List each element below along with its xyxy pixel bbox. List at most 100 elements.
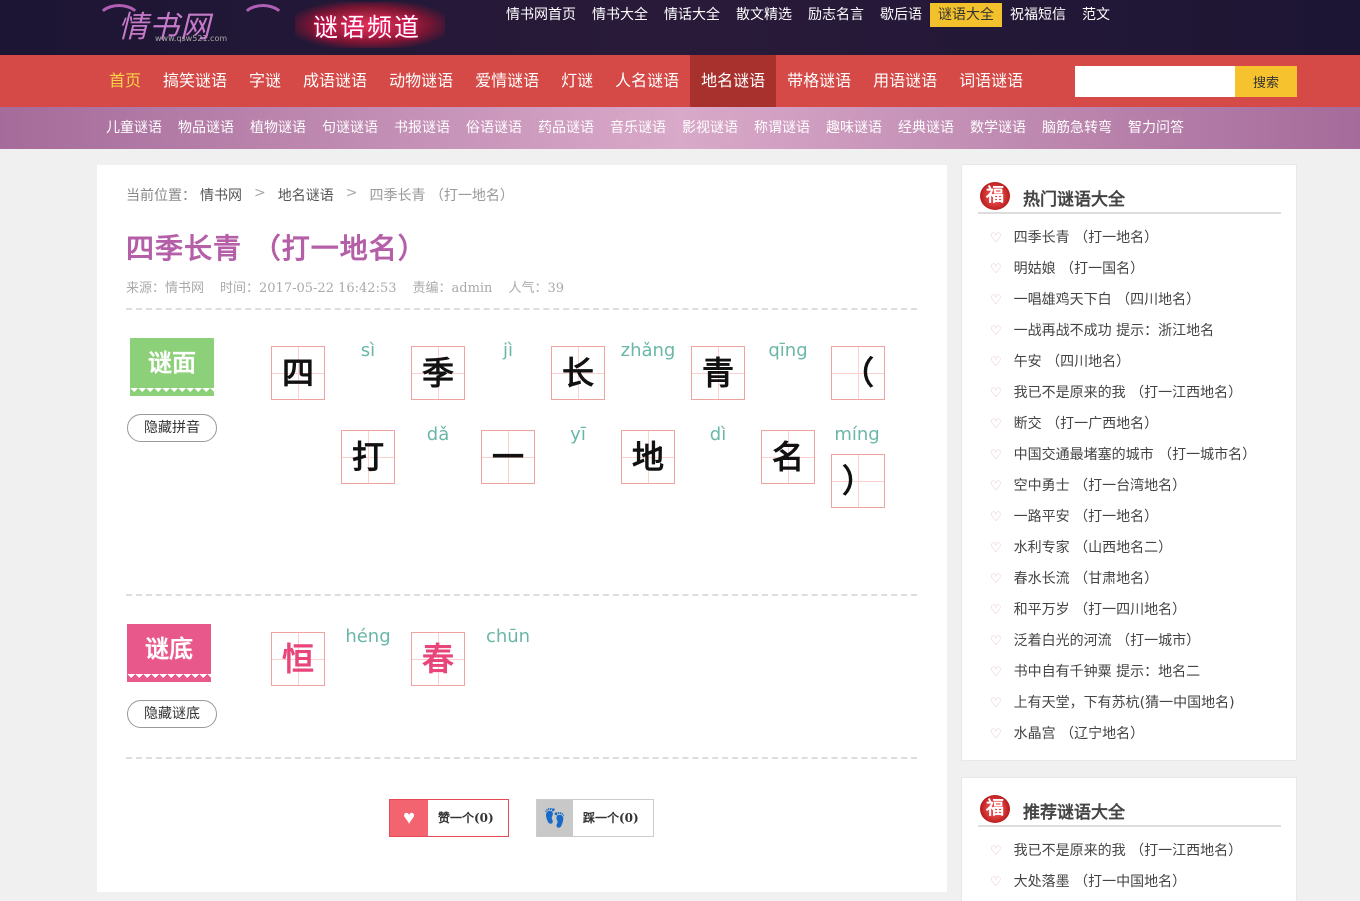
hide-answer-button[interactable]: 隐藏谜底 xyxy=(127,700,217,728)
main-nav-character[interactable]: 字谜 xyxy=(238,55,292,107)
pinyin: zhǎng xyxy=(620,340,676,361)
main-nav-person-name[interactable]: 人名谜语 xyxy=(604,55,690,107)
main-nav-word[interactable]: 词语谜语 xyxy=(948,55,1034,107)
top-nav-quotes[interactable]: 励志名言 xyxy=(800,3,872,27)
like-label: 赞一个(0) xyxy=(438,811,494,825)
list-item[interactable]: ♡ 中国交通最堵塞的城市 （打一城市名） xyxy=(990,440,1256,471)
list-item[interactable]: ♡ 一唱雄鸡天下白 （四川地名） xyxy=(990,285,1256,316)
like-button[interactable]: ♥ 赞一个(0) xyxy=(389,799,509,837)
list-item-link[interactable]: 我已不是原来的我 （打一江西地名） xyxy=(1014,385,1242,401)
recommended-riddles-panel: 福 推荐谜语大全 ♡ 我已不是原来的我 （打一江西地名） ♡ 大处落墨 （打一中国地… xyxy=(961,777,1297,901)
list-item-link[interactable]: 明姑娘 （打一国名） xyxy=(1014,261,1144,277)
list-item[interactable]: ♡ 上有天堂，下有苏杭(猜一中国地名) xyxy=(990,688,1256,719)
meta-editor: 责编：admin xyxy=(412,281,493,296)
list-item-link[interactable]: 四季长青 （打一地名） xyxy=(1014,230,1158,246)
top-nav-samples[interactable]: 范文 xyxy=(1074,3,1118,27)
list-item-link[interactable]: 上有天堂，下有苏杭(猜一中国地名) xyxy=(1014,695,1235,711)
list-item-link[interactable]: 空中勇士 （打一台湾地名） xyxy=(1014,478,1186,494)
top-nav-xiehouyu[interactable]: 歇后语 xyxy=(872,3,930,27)
sub-nav-item[interactable]: 称谓谜语 xyxy=(746,107,818,149)
top-nav-riddles[interactable]: 谜语大全 xyxy=(930,3,1002,27)
sub-nav-item[interactable]: 脑筋急转弯 xyxy=(1034,107,1120,149)
sub-nav-item[interactable]: 音乐谜语 xyxy=(602,107,674,149)
list-item[interactable]: ♡ 四季长青 （打一地名） xyxy=(990,223,1256,254)
list-item[interactable]: ♡ 水利专家 （山西地名二） xyxy=(990,533,1256,564)
list-item[interactable]: ♡ 一路平安 （打一地名） xyxy=(990,502,1256,533)
list-item-link[interactable]: 书中自有千钟粟 提示：地名二 xyxy=(1014,664,1200,680)
sub-nav-item[interactable]: 句谜谜语 xyxy=(314,107,386,149)
list-item[interactable]: ♡ 一战再战不成功 提示：浙江地名 xyxy=(990,316,1256,347)
list-item-link[interactable]: 和平万岁 （打一四川地名） xyxy=(1014,602,1186,618)
heart-icon: ♡ xyxy=(990,231,1002,246)
top-bar: 情书网 www.qsw521.com 谜语频道 情书网首页 情书大全 情话大全 … xyxy=(0,0,1360,55)
sub-nav-item[interactable]: 儿童谜语 xyxy=(98,107,170,149)
pinyin: sì xyxy=(360,340,376,361)
search-input[interactable] xyxy=(1075,66,1235,97)
main-nav-lantern[interactable]: 灯谜 xyxy=(550,55,604,107)
list-item-link[interactable]: 春水长流 （甘肃地名） xyxy=(1014,571,1158,587)
list-item-link[interactable]: 我已不是原来的我 （打一江西地名） xyxy=(1014,843,1242,859)
sub-nav-item[interactable]: 数学谜语 xyxy=(962,107,1034,149)
list-item[interactable]: ♡ 泛着白光的河流 （打一城市） xyxy=(990,626,1256,657)
top-nav-home[interactable]: 情书网首页 xyxy=(498,3,584,27)
sub-nav-item[interactable]: 影视谜语 xyxy=(674,107,746,149)
site-logo[interactable]: 情书网 www.qsw521.com xyxy=(96,0,286,46)
top-nav-love-words[interactable]: 情话大全 xyxy=(656,3,728,27)
riddle-char: 名 xyxy=(761,430,815,484)
list-item-link[interactable]: 大处落墨 （打一中国地名） xyxy=(1014,874,1186,890)
answer-badge: 谜底 xyxy=(127,624,211,682)
list-item-link[interactable]: 水利专家 （山西地名二） xyxy=(1014,540,1172,556)
list-item[interactable]: ♡ 和平万岁 （打一四川地名） xyxy=(990,595,1256,626)
sub-nav-item[interactable]: 趣味谜语 xyxy=(818,107,890,149)
search-button[interactable]: 搜索 xyxy=(1235,66,1297,97)
sub-nav-item[interactable]: 物品谜语 xyxy=(170,107,242,149)
list-item[interactable]: ♡ 我已不是原来的我 （打一江西地名） xyxy=(990,378,1256,409)
breadcrumb-category[interactable]: 地名谜语 xyxy=(278,185,334,205)
list-item[interactable]: ♡ 明姑娘 （打一国名） xyxy=(990,254,1256,285)
list-item-link[interactable]: 断交 （打一广西地名） xyxy=(1014,416,1158,432)
heart-icon: ♡ xyxy=(990,875,1002,890)
main-nav-idiom[interactable]: 成语谜语 xyxy=(292,55,378,107)
heart-icon: ♡ xyxy=(990,541,1002,556)
main-nav-home[interactable]: 首页 xyxy=(98,55,152,107)
list-item[interactable]: ♡ 我已不是原来的我 （打一江西地名） xyxy=(990,836,1242,867)
list-item[interactable]: ♡ 水晶宫 （辽宁地名） xyxy=(990,719,1256,750)
top-nav-essays[interactable]: 散文精选 xyxy=(728,3,800,27)
main-nav-funny[interactable]: 搞笑谜语 xyxy=(152,55,238,107)
sub-nav-item[interactable]: 药品谜语 xyxy=(530,107,602,149)
list-item-link[interactable]: 午安 （四川地名） xyxy=(1014,354,1130,370)
list-item-link[interactable]: 泛着白光的河流 （打一城市） xyxy=(1014,633,1200,649)
list-item[interactable]: ♡ 午安 （四川地名） xyxy=(990,347,1256,378)
top-nav-sms[interactable]: 祝福短信 xyxy=(1002,3,1074,27)
fu-emblem-icon: 福 xyxy=(980,795,1010,823)
sub-nav-item[interactable]: 书报谜语 xyxy=(386,107,458,149)
main-nav-love[interactable]: 爱情谜语 xyxy=(464,55,550,107)
list-item[interactable]: ♡ 春水长流 （甘肃地名） xyxy=(990,564,1256,595)
sub-nav-item[interactable]: 经典谜语 xyxy=(890,107,962,149)
heart-icon: ♡ xyxy=(990,355,1002,370)
breadcrumb-home[interactable]: 情书网 xyxy=(200,185,242,205)
top-nav-love-letters[interactable]: 情书大全 xyxy=(584,3,656,27)
list-item-link[interactable]: 一唱雄鸡天下白 （四川地名） xyxy=(1014,292,1200,308)
riddle-char: 一 xyxy=(481,430,535,484)
hide-pinyin-button[interactable]: 隐藏拼音 xyxy=(127,414,217,442)
sub-nav-item[interactable]: 植物谜语 xyxy=(242,107,314,149)
main-nav-grid[interactable]: 带格谜语 xyxy=(776,55,862,107)
list-item[interactable]: ♡ 空中勇士 （打一台湾地名） xyxy=(990,471,1256,502)
sub-nav-item[interactable]: 俗语谜语 xyxy=(458,107,530,149)
list-item-link[interactable]: 中国交通最堵塞的城市 （打一城市名） xyxy=(1014,447,1256,463)
list-item[interactable]: ♡ 断交 （打一广西地名） xyxy=(990,409,1256,440)
heart-icon: ♡ xyxy=(990,293,1002,308)
list-item[interactable]: ♡ 书中自有千钟粟 提示：地名二 xyxy=(990,657,1256,688)
sub-nav-item[interactable]: 智力问答 xyxy=(1120,107,1192,149)
main-nav-animal[interactable]: 动物谜语 xyxy=(378,55,464,107)
list-item-link[interactable]: 一路平安 （打一地名） xyxy=(1014,509,1158,525)
dislike-button[interactable]: 👣 踩一个(0) xyxy=(536,799,654,837)
list-item-link[interactable]: 水晶宫 （辽宁地名） xyxy=(1014,726,1144,742)
list-item[interactable]: ♡ 大处落墨 （打一中国地名） xyxy=(990,867,1242,898)
list-item-link[interactable]: 一战再战不成功 提示：浙江地名 xyxy=(1014,323,1214,339)
pinyin: qīng xyxy=(768,340,808,361)
main-nav-place-name[interactable]: 地名谜语 xyxy=(690,55,777,107)
meta-time: 时间：2017-05-22 16:42:53 xyxy=(220,281,397,296)
main-nav-phrase[interactable]: 用语谜语 xyxy=(862,55,948,107)
